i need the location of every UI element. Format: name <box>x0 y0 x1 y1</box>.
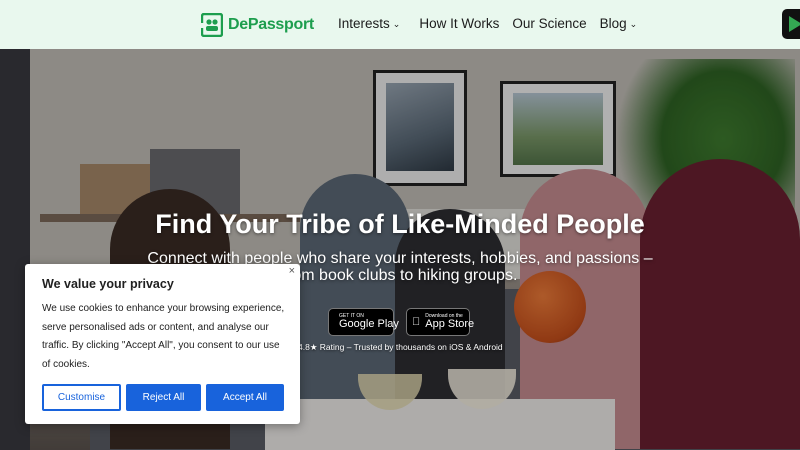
nav-item-blog[interactable]: Blog ⌄ <box>600 16 638 31</box>
reject-all-button[interactable]: Reject All <box>126 384 201 411</box>
header-google-play-button[interactable] <box>782 9 800 39</box>
customise-button[interactable]: Customise <box>42 384 121 411</box>
cookie-title: We value your privacy <box>42 277 174 291</box>
app-store-button[interactable]:  Download on the App Store <box>406 308 474 336</box>
main-nav: Interests ⌄ How It Works Our Science Blo… <box>338 16 637 31</box>
rating-text: 4.8★ Rating – Trusted by thousands on iO… <box>298 342 503 352</box>
nav-item-label: Interests <box>338 16 390 31</box>
site-header: DePassport Interests ⌄ How It Works Our … <box>0 0 800 49</box>
hero-title: Find Your Tribe of Like-Minded People <box>155 209 645 239</box>
cookie-button-row: Customise Reject All Accept All <box>42 384 284 411</box>
nav-item-label: Blog <box>599 16 627 31</box>
store-big-label: Google Play <box>339 319 399 330</box>
google-play-icon <box>789 16 800 32</box>
nav-item-interests[interactable]: Interests ⌄ <box>338 16 400 31</box>
cookie-consent-dialog: × We value your privacy We use cookies t… <box>25 264 300 424</box>
google-play-button[interactable]: GET IT ON Google Play <box>328 308 399 336</box>
accept-all-button[interactable]: Accept All <box>206 384 284 411</box>
apple-icon:  <box>412 316 420 328</box>
app-store-buttons: GET IT ON Google Play  Download on the … <box>328 308 474 336</box>
cookie-description: We use cookies to enhance your browsing … <box>42 303 285 370</box>
nav-item-label: Our Science <box>512 16 587 31</box>
nav-item-our-science[interactable]: Our Science <box>512 16 586 31</box>
chevron-down-icon: ⌄ <box>392 18 401 29</box>
nav-item-label: How It Works <box>419 16 500 31</box>
logo[interactable]: DePassport <box>201 12 314 38</box>
logo-icon <box>201 13 223 37</box>
logo-text: DePassport <box>228 16 314 33</box>
nav-item-how-it-works[interactable]: How It Works <box>419 16 499 31</box>
chevron-down-icon: ⌄ <box>629 18 638 29</box>
close-icon[interactable]: × <box>289 265 295 277</box>
store-big-label: App Store <box>417 319 474 330</box>
